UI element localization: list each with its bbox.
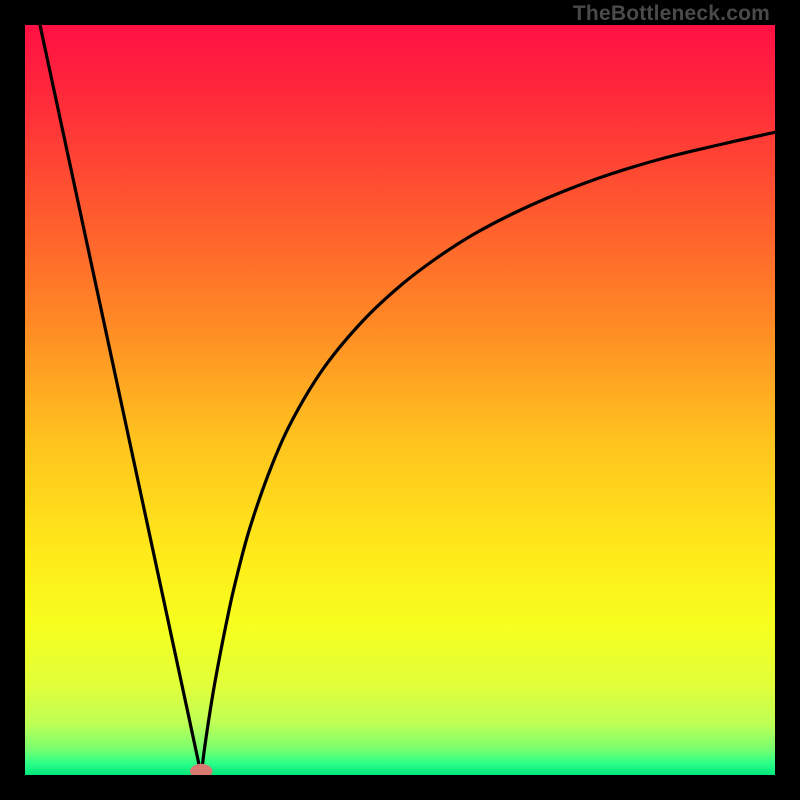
watermark-text: TheBottleneck.com: [573, 2, 770, 26]
chart-frame: [25, 25, 775, 775]
gradient-background: [25, 25, 775, 775]
bottleneck-chart: [25, 25, 775, 775]
